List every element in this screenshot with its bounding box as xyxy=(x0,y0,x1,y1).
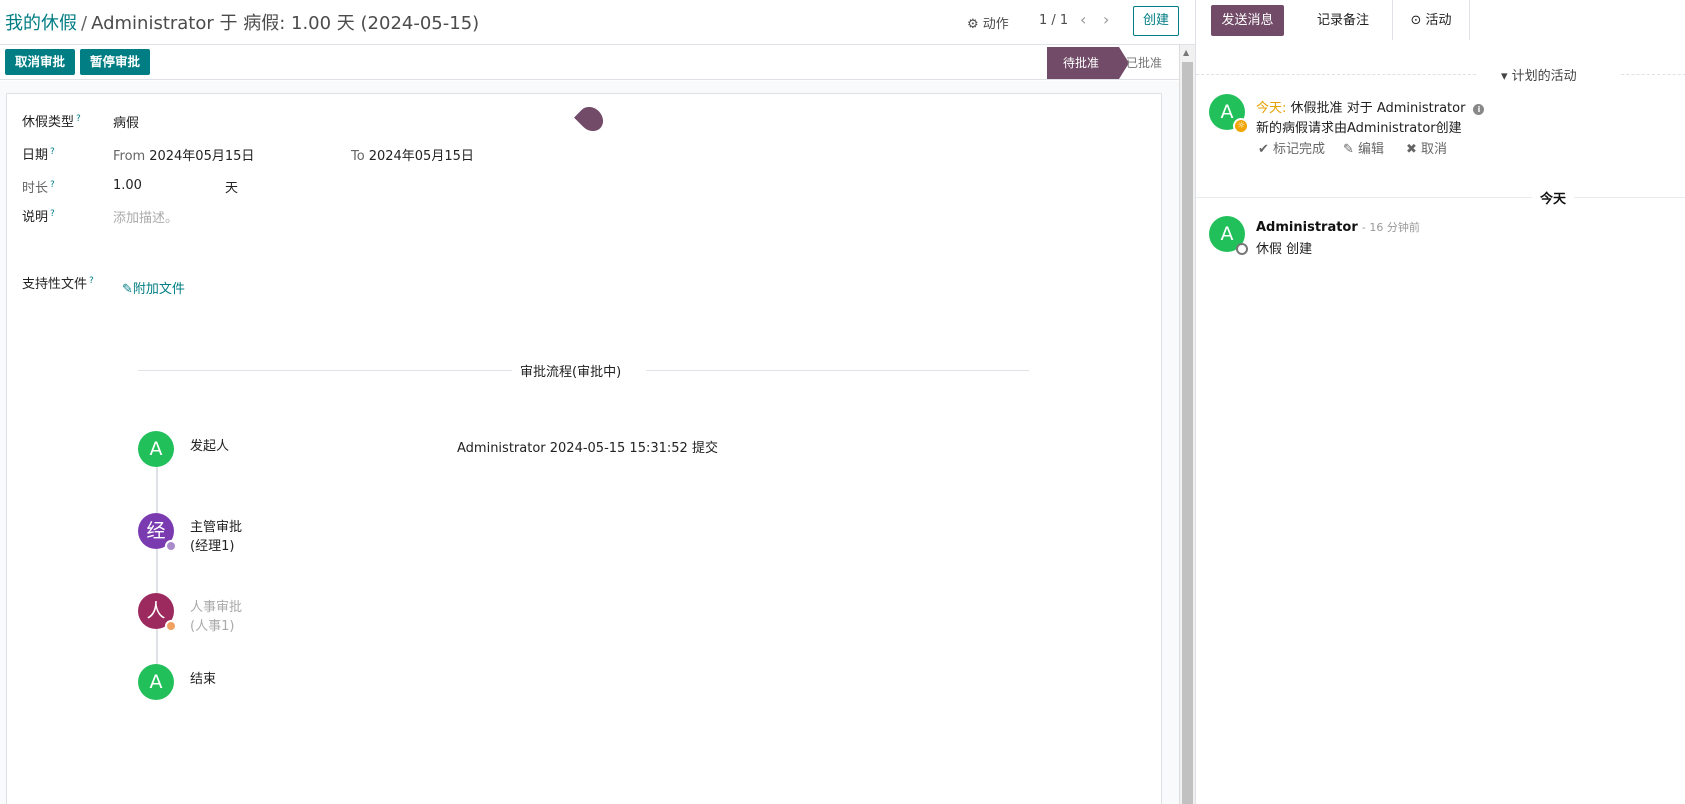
action-menu-label: 动作 xyxy=(982,17,1009,32)
workflow-step-label: 人事审批 (人事1) xyxy=(190,600,243,634)
stage-approved[interactable]: 已批准 xyxy=(1126,47,1162,79)
send-message-button[interactable]: 发送消息 xyxy=(1211,5,1284,36)
activity-due-label: 今天: xyxy=(1256,101,1287,116)
help-icon[interactable]: ? xyxy=(50,180,55,190)
workflow-step-label: 主管审批 (经理1) xyxy=(190,520,243,554)
leave-type-value[interactable]: 病假 xyxy=(113,112,139,131)
form-sheet xyxy=(6,93,1162,733)
workflow-divider-right xyxy=(646,370,1029,371)
scroll-up-arrow-icon[interactable]: ▲ xyxy=(1183,48,1189,57)
date-label: 日期? xyxy=(22,146,55,163)
workflow-divider-left xyxy=(138,370,512,371)
scrollbar-thumb[interactable] xyxy=(1182,62,1193,804)
caret-down-icon: ▾ xyxy=(1501,69,1508,84)
workflow-title: 审批流程(审批中) xyxy=(520,365,622,380)
workflow-connector xyxy=(156,466,158,683)
day-separator-label: 今天 xyxy=(1532,188,1575,207)
status-icon xyxy=(1236,243,1248,255)
leave-type-label: 休假类型? xyxy=(22,113,81,130)
attach-file-button[interactable]: ✎附加文件 xyxy=(122,278,185,297)
avatar[interactable]: A ☼ xyxy=(1209,94,1249,134)
activity-type-badge-icon: ☼ xyxy=(1233,118,1249,134)
workflow-step-avatar: A xyxy=(138,664,174,700)
activity-label: 活动 xyxy=(1425,13,1452,28)
cancel-activity-link[interactable]: ✖ 取消 xyxy=(1406,138,1447,157)
gear-icon: ⚙ xyxy=(967,17,979,32)
info-icon[interactable]: i xyxy=(1473,104,1485,115)
workflow-submit-info: Administrator 2024-05-15 15:31:52 提交 xyxy=(457,441,718,456)
help-icon[interactable]: ? xyxy=(50,209,55,219)
stage-pending[interactable]: 待批准 xyxy=(1047,47,1129,79)
close-icon: ✖ xyxy=(1406,142,1417,157)
workflow-step-avatar: 经 xyxy=(138,513,177,552)
message-author[interactable]: Administrator xyxy=(1256,220,1358,235)
date-to-value: 2024年05月15日 xyxy=(368,149,474,164)
breadcrumb-current: Administrator 于 病假: 1.00 天 (2024-05-15) xyxy=(91,13,480,34)
edit-activity-link[interactable]: ✎ 编辑 xyxy=(1343,138,1384,157)
form-view: 我的休假 / Administrator 于 病假: 1.00 天 (2024-05… xyxy=(0,0,1195,804)
cancel-approval-button[interactable]: 取消审批 xyxy=(5,49,76,75)
activity-summary: 今天: 休假批准 对于 Administrator i xyxy=(1256,97,1485,116)
description-input[interactable]: 添加描述。 xyxy=(113,207,178,226)
clock-icon: ⊙ xyxy=(1410,13,1422,28)
create-button[interactable]: 创建 xyxy=(1133,6,1179,36)
message-body: 休假 创建 xyxy=(1256,242,1313,257)
activity-button[interactable]: ⊙ 活动 xyxy=(1392,0,1470,40)
date-to-field[interactable]: To 2024年05月15日 xyxy=(351,145,474,164)
help-icon[interactable]: ? xyxy=(89,276,94,286)
form-sheet-footer xyxy=(6,732,1162,804)
message-header: Administrator - 16 分钟前 xyxy=(1256,219,1420,235)
activity-assignee: 对于 Administrator xyxy=(1346,101,1466,116)
pager-next-button[interactable]: › xyxy=(1103,10,1109,29)
pending-badge-icon xyxy=(165,620,177,632)
date-to-prefix: To xyxy=(351,149,365,164)
planned-divider-left xyxy=(1196,74,1476,75)
mark-done-link[interactable]: ✔ 标记完成 xyxy=(1258,138,1325,157)
status-bar: 取消审批 暂停审批 待批准 已批准 xyxy=(0,45,1180,80)
duration-label: 时长? xyxy=(22,179,55,196)
help-icon[interactable]: ? xyxy=(50,147,55,157)
pager-previous-button[interactable]: ‹ xyxy=(1080,10,1086,29)
workflow-step-label: 发起人 xyxy=(190,439,230,454)
control-panel: 我的休假 / Administrator 于 病假: 1.00 天 (2024-05… xyxy=(0,0,1195,45)
workflow-step-label: 结束 xyxy=(190,672,217,687)
pager-value[interactable]: 1 / 1 xyxy=(1039,13,1068,28)
date-from-field[interactable]: From 2024年05月15日 xyxy=(113,145,254,164)
workflow-step-avatar: 人 xyxy=(138,593,177,632)
breadcrumb: 我的休假 / Administrator 于 病假: 1.00 天 (2024-05… xyxy=(5,9,479,35)
check-icon: ✔ xyxy=(1258,142,1269,157)
help-icon[interactable]: ? xyxy=(76,114,81,124)
message-timestamp: - 16 分钟前 xyxy=(1361,221,1420,234)
breadcrumb-separator: / xyxy=(81,13,88,34)
attach-file-label: 附加文件 xyxy=(132,282,185,297)
activity-note: 新的病假请求由Administrator创建 xyxy=(1256,121,1462,136)
form-scrollbar[interactable]: ▲ xyxy=(1179,45,1195,804)
chatter-panel: 发送消息 记录备注 ⊙ 活动 ▾ 计划的活动 A ☼ 今天: 休假批准 对于 Ad… xyxy=(1195,0,1685,804)
planned-activities-toggle[interactable]: ▾ 计划的活动 xyxy=(1501,65,1577,84)
log-note-button[interactable]: 记录备注 xyxy=(1298,5,1388,36)
breadcrumb-parent-link[interactable]: 我的休假 xyxy=(5,13,77,34)
description-label: 说明? xyxy=(22,208,55,225)
duration-value[interactable]: 1.00 xyxy=(113,178,142,193)
attachments-label: 支持性文件? xyxy=(22,275,94,292)
avatar[interactable]: A xyxy=(1209,216,1248,255)
activity-type: 休假批准 xyxy=(1290,101,1343,116)
day-separator-line xyxy=(1196,197,1685,198)
pencil-icon: ✎ xyxy=(1343,142,1354,157)
paperclip-icon: ✎ xyxy=(122,282,133,297)
pause-approval-button[interactable]: 暂停审批 xyxy=(80,49,151,75)
action-menu-button[interactable]: ⚙ 动作 xyxy=(967,13,1009,32)
date-from-prefix: From xyxy=(113,149,146,164)
approved-badge-icon xyxy=(165,540,177,552)
date-from-value: 2024年05月15日 xyxy=(149,149,255,164)
duration-unit: 天 xyxy=(225,181,239,196)
planned-divider-right xyxy=(1621,74,1685,75)
planned-activities-title: 计划的活动 xyxy=(1511,69,1577,84)
workflow-step-avatar: A xyxy=(138,431,174,467)
